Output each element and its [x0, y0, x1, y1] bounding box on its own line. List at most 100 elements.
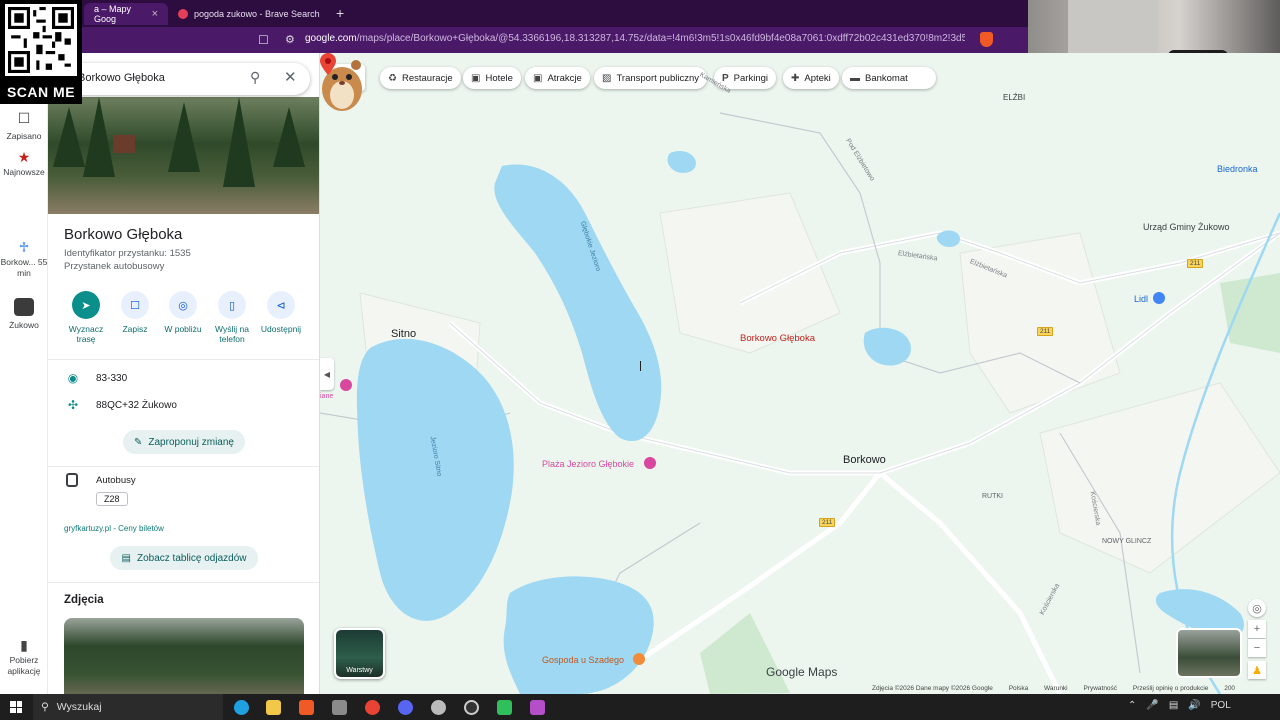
street-view-thumbnail[interactable] — [1176, 628, 1242, 678]
rail-item-route[interactable]: ♱ Borkow... 55 min — [0, 240, 48, 279]
suggest-edit-button[interactable]: ✎ Zaproponuj zmianę — [123, 430, 245, 454]
close-tab-icon[interactable]: × — [152, 8, 158, 20]
search-input[interactable]: Borkowo Głęboka — [78, 72, 165, 84]
place-pin-label[interactable]: Borkowo Głęboka — [740, 333, 815, 344]
new-tab-icon[interactable]: + — [336, 5, 344, 21]
brave-icon[interactable] — [299, 700, 314, 715]
chevron-up-icon[interactable]: ⌃ — [1128, 700, 1136, 711]
chip-atm[interactable]: ▬ Bankomat — [842, 67, 936, 89]
action-label: Udostępnij — [260, 324, 302, 334]
pharmacy-icon: ✚ — [791, 72, 800, 84]
layers-button[interactable]: Warstwy — [334, 628, 385, 679]
settings-icon[interactable] — [431, 700, 446, 715]
map-canvas[interactable]: ⌨ ▾ ♻Restauracje ▣Hotele ▣Atrakcje ▨Tran… — [320, 53, 1280, 694]
zoom-in-button[interactable]: + — [1248, 620, 1266, 638]
rail-item-recent[interactable]: ★ Najnowsze — [0, 150, 48, 178]
search-icon[interactable]: ⚲ — [250, 69, 260, 86]
microphone-icon[interactable]: 🎤 — [1146, 700, 1158, 711]
close-icon[interactable]: ✕ — [284, 68, 297, 86]
bookmark-icon: ☐ — [121, 291, 149, 319]
chip-label: Transport publiczny — [616, 72, 699, 84]
url-path: /maps/place/Borkowo+Głęboka/@54.3366196,… — [356, 33, 965, 44]
beach-poi-label[interactable]: Plaża Jezioro Głębokie — [542, 459, 634, 469]
bookmark-icon[interactable]: ☐ — [258, 33, 269, 47]
office-poi-label[interactable]: Urząd Gminy Żukowo — [1143, 222, 1230, 232]
edge-icon[interactable] — [234, 700, 249, 715]
chip-label: Hotele — [485, 72, 513, 84]
chip-attractions[interactable]: ▣ Atrakcje — [525, 67, 590, 89]
bus-route-badge[interactable]: Z28 — [96, 492, 128, 506]
rail-item-saved[interactable]: ☐ Zapisano — [0, 110, 48, 141]
feedback-link[interactable]: Prześlij opinię o produkcie — [1133, 685, 1209, 692]
lidl-poi-label[interactable]: Lidl — [1134, 294, 1148, 304]
tree — [53, 107, 85, 167]
tab-search[interactable]: pogoda zukowo - Brave Search — [168, 3, 334, 25]
network-icon[interactable]: ▤ — [1169, 700, 1178, 711]
app-icon[interactable] — [530, 700, 545, 715]
poi-icon[interactable] — [340, 379, 352, 391]
plus-code-icon: ✣ — [67, 398, 79, 412]
volume-icon[interactable]: 🔊 — [1188, 700, 1200, 711]
chrome-icon[interactable] — [365, 700, 380, 715]
file-explorer-icon[interactable] — [266, 700, 281, 715]
biedronka-poi-label[interactable]: Biedronka — [1217, 164, 1258, 174]
chip-hotels[interactable]: ▣ Hotele — [463, 67, 521, 89]
rail-item-zukowo[interactable]: Żukowo — [0, 298, 48, 330]
place-hero-photo[interactable] — [48, 97, 319, 214]
rail-label: Żukowo — [9, 320, 39, 330]
tree — [273, 107, 305, 167]
discord-icon[interactable] — [398, 700, 413, 715]
windows-start-icon[interactable] — [10, 701, 22, 713]
tree — [83, 97, 115, 177]
transit-icon: ▨ — [602, 72, 612, 84]
restaurant-poi-label[interactable]: Gospoda u Szadego — [542, 655, 624, 665]
obs-icon[interactable] — [464, 700, 479, 715]
directions-button[interactable]: ➤ Wyznacz trasę — [59, 291, 113, 344]
rail-item-get-app[interactable]: ▮ Pobierz aplikację — [0, 638, 48, 677]
poi-label[interactable]: iane — [320, 393, 333, 400]
restaurant-poi-icon[interactable] — [633, 653, 645, 665]
road-number-badge: 211 — [819, 518, 836, 527]
beach-poi-icon[interactable] — [644, 457, 656, 469]
tab-title: pogoda zukowo - Brave Search — [194, 9, 320, 19]
site-settings-icon[interactable]: ⚙ — [285, 33, 295, 46]
brave-shield-icon[interactable] — [980, 32, 993, 47]
url-field[interactable]: google.com/maps/place/Borkowo+Głęboka/@5… — [305, 33, 965, 44]
chip-public-transport[interactable]: ▨ Transport publiczny — [594, 67, 707, 89]
place-pin-icon[interactable] — [320, 53, 336, 75]
chip-restaurants[interactable]: ♻ Restauracje — [380, 67, 461, 89]
chip-pharmacies[interactable]: ✚ Apteki — [783, 67, 839, 89]
app-icon[interactable] — [332, 700, 347, 715]
shop-poi-icon[interactable] — [1153, 292, 1165, 304]
tickets-link[interactable]: gryfkartuzy.pl - Ceny biletów — [64, 524, 164, 533]
terms-link[interactable]: Warunki — [1044, 685, 1068, 692]
privacy-link[interactable]: Prywatność — [1083, 685, 1117, 692]
send-to-phone-button[interactable]: ▯ Wyślij na telefon — [205, 291, 259, 344]
action-row: ➤ Wyznacz trasę ☐ Zapisz ◎ W pobliżu ▯ W… — [48, 291, 319, 351]
tab-maps[interactable]: a – Mapy Goog × — [84, 3, 168, 25]
send-to-phone-icon: ▯ — [218, 291, 246, 319]
my-location-button[interactable]: ◎ — [1248, 599, 1266, 617]
divider — [48, 582, 319, 583]
town-label: ELŹBI — [1003, 93, 1026, 102]
pegman-icon[interactable]: ♟ — [1248, 661, 1266, 679]
save-button[interactable]: ☐ Zapisz — [108, 291, 162, 334]
map-drawing — [320, 112, 1280, 694]
attribution-country[interactable]: Polska — [1009, 685, 1029, 692]
attribution-data: Zdjęcia ©2026 Dane mapy ©2026 Google — [872, 685, 993, 692]
departures-label: Zobacz tablicę odjazdów — [136, 552, 247, 564]
postal-code-row[interactable]: ◉ 83-330 — [64, 371, 127, 385]
place-photo[interactable] — [64, 618, 304, 694]
departures-button[interactable]: ▤ Zobacz tablicę odjazdów — [110, 546, 258, 570]
share-button[interactable]: ⊲ Udostępnij — [254, 291, 308, 334]
language-indicator[interactable]: POL — [1211, 700, 1231, 711]
nearby-button[interactable]: ◎ W pobliżu — [156, 291, 210, 334]
system-tray: ⌃ 🎤 ▤ 🔊 POL — [1128, 700, 1231, 711]
app-icon[interactable] — [497, 700, 512, 715]
collapse-panel-button[interactable]: ◀ — [320, 358, 334, 390]
departures-icon: ▤ — [121, 552, 131, 564]
taskbar-search[interactable]: ⚲ Wyszukaj — [33, 694, 223, 720]
zoom-out-button[interactable]: − — [1248, 639, 1266, 657]
layers-label: Warstwy — [346, 667, 373, 674]
plus-code-row[interactable]: ✣ 88QC+32 Żukowo — [64, 398, 177, 412]
